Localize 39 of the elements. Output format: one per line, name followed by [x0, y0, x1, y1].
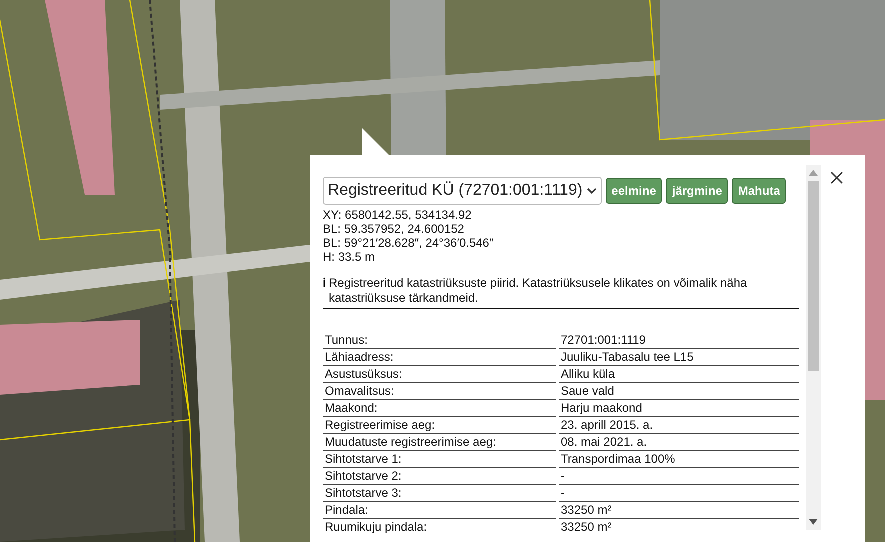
value-cell: Juuliku-Tabasalu tee L15: [559, 349, 799, 366]
value-cell: -: [559, 468, 799, 485]
scrollbar-thumb[interactable]: [808, 181, 819, 371]
scroll-up-icon: [809, 170, 818, 176]
layer-select[interactable]: Registreeritud KÜ (72701:001:1119): [323, 177, 602, 205]
label-cell: Sihtotstarve 2:: [323, 468, 556, 485]
value-cell: 08. mai 2021. a.: [559, 434, 799, 451]
label-cell: Sihtotstarve 1:: [323, 451, 556, 468]
label-cell: Tunnus:: [323, 332, 556, 349]
info-icon: ℹ: [323, 276, 326, 290]
scrollbar[interactable]: [806, 165, 821, 530]
action-button[interactable]: Mahuta: [732, 178, 786, 204]
action-button[interactable]: eelmine: [606, 178, 662, 204]
label-cell: Sihtotstarve 3:: [323, 485, 556, 502]
value-cell: Saue vald: [559, 383, 799, 400]
value-cell: Alliku küla: [559, 366, 799, 383]
scroll-down-icon: [809, 519, 818, 525]
value-cell: 33250 m²: [559, 519, 799, 535]
value-cell: Transpordimaa 100%: [559, 451, 799, 468]
label-cell: Maakond:: [323, 400, 556, 417]
value-cell: 72701:001:1119: [559, 332, 799, 349]
chevron-down-icon: [586, 188, 597, 194]
info-text: Registreeritud katastriüksuste piirid. Katastriüksusele klikates on võimalik näha katastriüksuse tärkandmeid.: [329, 276, 748, 306]
label-cell: Omavalitsus:: [323, 383, 556, 400]
label-cell: Asustusüksus:: [323, 366, 556, 383]
coordinate-line: XY: 6580142.55, 534134.92: [323, 208, 473, 222]
coordinate-line: BL: 59.357952, 24.600152: [323, 222, 466, 236]
value-cell: 23. aprill 2015. a.: [559, 417, 799, 434]
coordinate-line: BL: 59°21′28.628″, 24°36′0.546″: [323, 236, 495, 250]
value-cell: 33250 m²: [559, 502, 799, 519]
label-cell: Muudatuste registreerimise aeg:: [323, 434, 556, 451]
label-cell: Registreerimise aeg:: [323, 417, 556, 434]
label-cell: Lähiaadress:: [323, 349, 556, 366]
value-cell: -: [559, 485, 799, 502]
label-cell: Ruumikuju pindala:: [323, 519, 556, 535]
label-cell: Pindala:: [323, 502, 556, 519]
value-cell: Harju maakond: [559, 400, 799, 417]
action-button[interactable]: järgmine: [666, 178, 728, 204]
coordinate-line: H: 33.5 m: [323, 250, 376, 264]
